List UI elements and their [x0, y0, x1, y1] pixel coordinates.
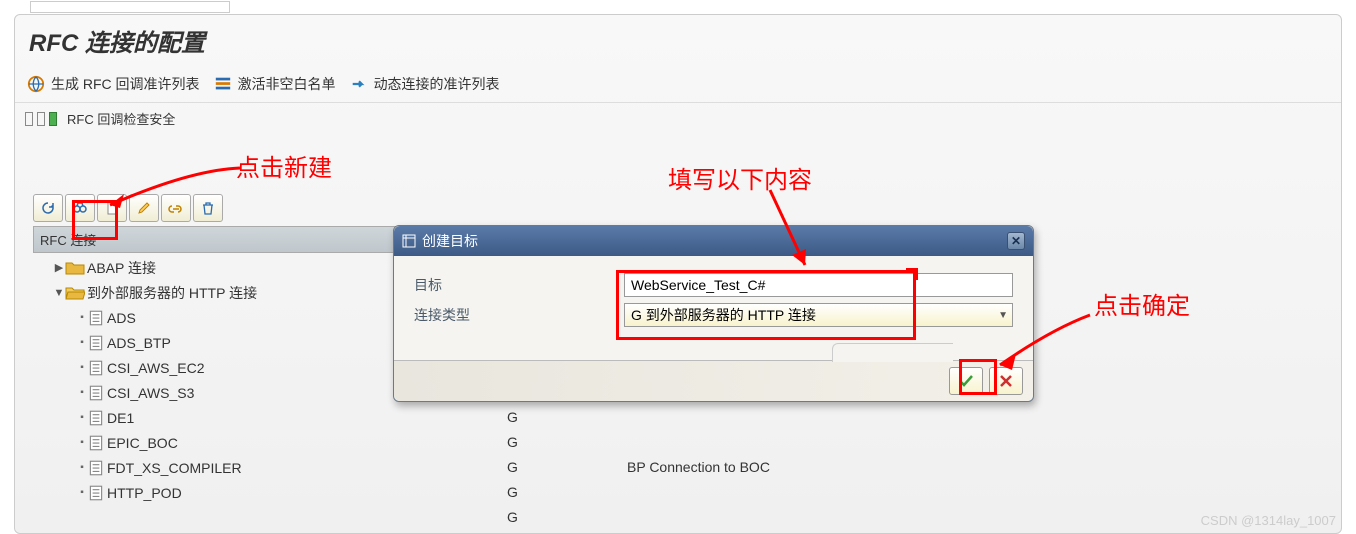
highlight-corner	[914, 268, 918, 280]
bullet-icon: ▪	[77, 412, 87, 423]
document-icon	[87, 359, 105, 377]
annotation-confirm: 点击确定	[1094, 286, 1190, 321]
link-generate-callback-list[interactable]: 生成 RFC 回调准许列表	[25, 72, 202, 96]
document-icon	[87, 334, 105, 352]
grid-row[interactable]: GBP Connection to BOC	[507, 454, 770, 479]
bullet-icon: ▪	[77, 362, 87, 373]
annotation-fill: 填写以下内容	[668, 160, 812, 195]
document-icon	[87, 484, 105, 502]
document-icon	[87, 384, 105, 402]
link-label: 激活非空白名单	[238, 74, 336, 94]
leaf-label: ADS_BTP	[105, 335, 171, 351]
document-icon	[87, 459, 105, 477]
dialog-footer	[394, 360, 1033, 401]
link-activate-whitelist[interactable]: 激活非空白名单	[212, 72, 338, 96]
grid-column: G G GBP Connection to BOC G G	[507, 404, 770, 529]
dialog-icon	[402, 234, 416, 248]
link-label: 生成 RFC 回调准许列表	[51, 74, 200, 94]
status-line: RFC 回调检查安全	[15, 103, 1341, 134]
dialog-close-button[interactable]: ✕	[1007, 232, 1025, 250]
highlight-form-fields	[616, 270, 916, 340]
list-icon	[214, 75, 232, 93]
refresh-button[interactable]	[33, 194, 63, 222]
bullet-icon: ▪	[77, 487, 87, 498]
leaf-label: FDT_XS_COMPILER	[105, 460, 242, 476]
grid-row[interactable]: G	[507, 479, 770, 504]
page-title: RFC 连接的配置	[29, 23, 1327, 58]
leaf-label: HTTP_POD	[105, 485, 182, 501]
expand-icon[interactable]: ▶	[53, 261, 65, 274]
grid-row[interactable]: G	[507, 429, 770, 454]
page-title-area: RFC 连接的配置	[15, 15, 1341, 68]
arrow-right-icon	[350, 75, 368, 93]
transaction-input[interactable]	[30, 1, 230, 13]
leaf-label: CSI_AWS_S3	[105, 385, 194, 401]
link-dynamic-allowlist[interactable]: 动态连接的准许列表	[348, 72, 502, 96]
header-links: 生成 RFC 回调准许列表 激活非空白名单 动态连接的准许列表	[15, 68, 1341, 103]
status-box-2	[37, 112, 45, 126]
status-box-green	[49, 112, 57, 126]
tree-label: ABAP 连接	[85, 258, 156, 278]
bullet-icon: ▪	[77, 387, 87, 398]
arrow-to-ok	[990, 310, 1100, 380]
leaf-label: CSI_AWS_EC2	[105, 360, 205, 376]
grid-row[interactable]: G	[507, 504, 770, 529]
refresh-icon	[40, 200, 56, 216]
status-text: RFC 回调检查安全	[67, 109, 175, 128]
grid-row[interactable]: G	[507, 404, 770, 429]
dialog-title: 创建目标	[422, 231, 478, 251]
collapse-icon[interactable]: ▼	[53, 287, 65, 299]
document-icon	[87, 409, 105, 427]
leaf-label: ADS	[105, 310, 136, 326]
annotation-new: 点击新建	[236, 148, 332, 183]
folder-open-icon	[65, 285, 85, 301]
bullet-icon: ▪	[77, 437, 87, 448]
target-label: 目标	[414, 275, 624, 295]
globe-icon	[27, 75, 45, 93]
close-icon: ✕	[1011, 234, 1021, 248]
folder-closed-icon	[65, 260, 85, 276]
tree-label: 到外部服务器的 HTTP 连接	[85, 283, 257, 303]
status-box-1	[25, 112, 33, 126]
document-icon	[87, 434, 105, 452]
arrow-to-form	[750, 185, 830, 275]
watermark: CSDN @1314lay_1007	[1201, 513, 1336, 528]
bullet-icon: ▪	[77, 337, 87, 348]
document-icon	[87, 309, 105, 327]
dialog-titlebar[interactable]: 创建目标 ✕	[394, 226, 1033, 256]
bullet-icon: ▪	[77, 312, 87, 323]
arrow-to-create	[90, 160, 250, 220]
leaf-label: DE1	[105, 410, 134, 426]
leaf-label: EPIC_BOC	[105, 435, 178, 451]
type-label: 连接类型	[414, 305, 624, 325]
link-label: 动态连接的准许列表	[374, 74, 500, 94]
top-toolbar-fragment	[30, 0, 230, 14]
bullet-icon: ▪	[77, 462, 87, 473]
